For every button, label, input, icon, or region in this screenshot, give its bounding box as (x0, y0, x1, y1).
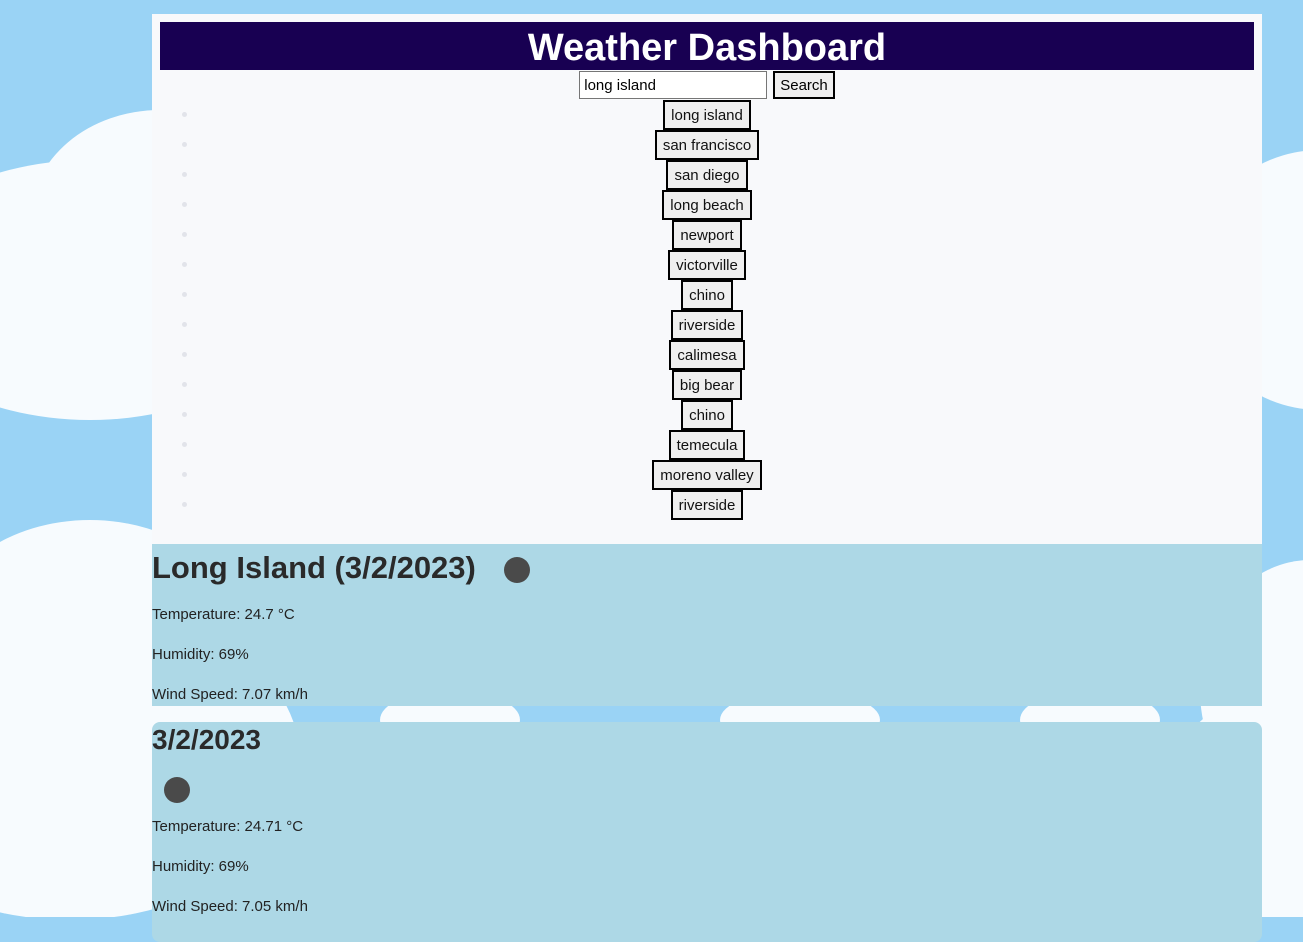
history-button[interactable]: big bear (671, 370, 743, 400)
bullet-icon (182, 502, 187, 507)
bullet-icon (182, 202, 187, 207)
current-humidity: Humidity: 69% (152, 646, 249, 663)
search-panel: Weather Dashboard Search long island san… (152, 14, 1262, 544)
bullet-icon (182, 472, 187, 477)
forecast-wind-speed: Wind Speed: 7.05 km/h (152, 898, 308, 915)
bullet-icon (182, 322, 187, 327)
search-bar: Search (152, 70, 1262, 100)
current-weather-heading: Long Island (3/2/2023) (152, 550, 476, 585)
current-wind-speed: Wind Speed: 7.07 km/h (152, 686, 308, 703)
list-item: chino (152, 280, 1262, 310)
forecast-temperature: Temperature: 24.71 °C (152, 818, 304, 835)
history-button[interactable]: long island (663, 100, 751, 130)
history-button[interactable]: riverside (670, 310, 744, 340)
history-button[interactable]: riverside (670, 490, 744, 520)
list-item: long island (152, 100, 1262, 130)
list-item: victorville (152, 250, 1262, 280)
bullet-icon (182, 232, 187, 237)
search-history-list: long island san francisco san diego long… (152, 100, 1262, 520)
history-button[interactable]: san diego (666, 160, 748, 190)
bullet-icon (182, 382, 187, 387)
bullet-icon (182, 262, 187, 267)
forecast-date: 3/2/2023 (152, 724, 261, 755)
history-button[interactable]: chino (681, 400, 733, 430)
list-item: san francisco (152, 130, 1262, 160)
list-item: riverside (152, 310, 1262, 340)
list-item: moreno valley (152, 460, 1262, 490)
list-item: calimesa (152, 340, 1262, 370)
weather-icon (504, 557, 530, 583)
list-item: riverside (152, 490, 1262, 520)
weather-icon (164, 777, 190, 803)
bullet-icon (182, 412, 187, 417)
history-button[interactable]: newport (672, 220, 742, 250)
history-button[interactable]: calimesa (669, 340, 745, 370)
bullet-icon (182, 442, 187, 447)
list-item: long beach (152, 190, 1262, 220)
search-input[interactable] (579, 71, 768, 99)
list-item: san diego (152, 160, 1262, 190)
bullet-icon (182, 352, 187, 357)
search-button[interactable]: Search (773, 71, 835, 99)
history-button[interactable]: chino (681, 280, 733, 310)
forecast-card: 3/2/2023 Temperature: 24.71 °C Humidity:… (152, 722, 1262, 942)
page-title: Weather Dashboard (160, 22, 1254, 70)
bullet-icon (182, 292, 187, 297)
history-button[interactable]: victorville (668, 250, 746, 280)
history-button[interactable]: san francisco (654, 130, 760, 160)
forecast-humidity: Humidity: 69% (152, 858, 249, 875)
history-button[interactable]: temecula (668, 430, 746, 460)
bullet-icon (182, 142, 187, 147)
list-item: chino (152, 400, 1262, 430)
list-item: temecula (152, 430, 1262, 460)
bullet-icon (182, 172, 187, 177)
list-item: big bear (152, 370, 1262, 400)
history-button[interactable]: moreno valley (652, 460, 762, 490)
bullet-icon (182, 112, 187, 117)
history-button[interactable]: long beach (662, 190, 752, 220)
current-weather-card: Long Island (3/2/2023) Temperature: 24.7… (152, 544, 1262, 706)
current-temperature: Temperature: 24.7 °C (152, 606, 295, 623)
list-item: newport (152, 220, 1262, 250)
